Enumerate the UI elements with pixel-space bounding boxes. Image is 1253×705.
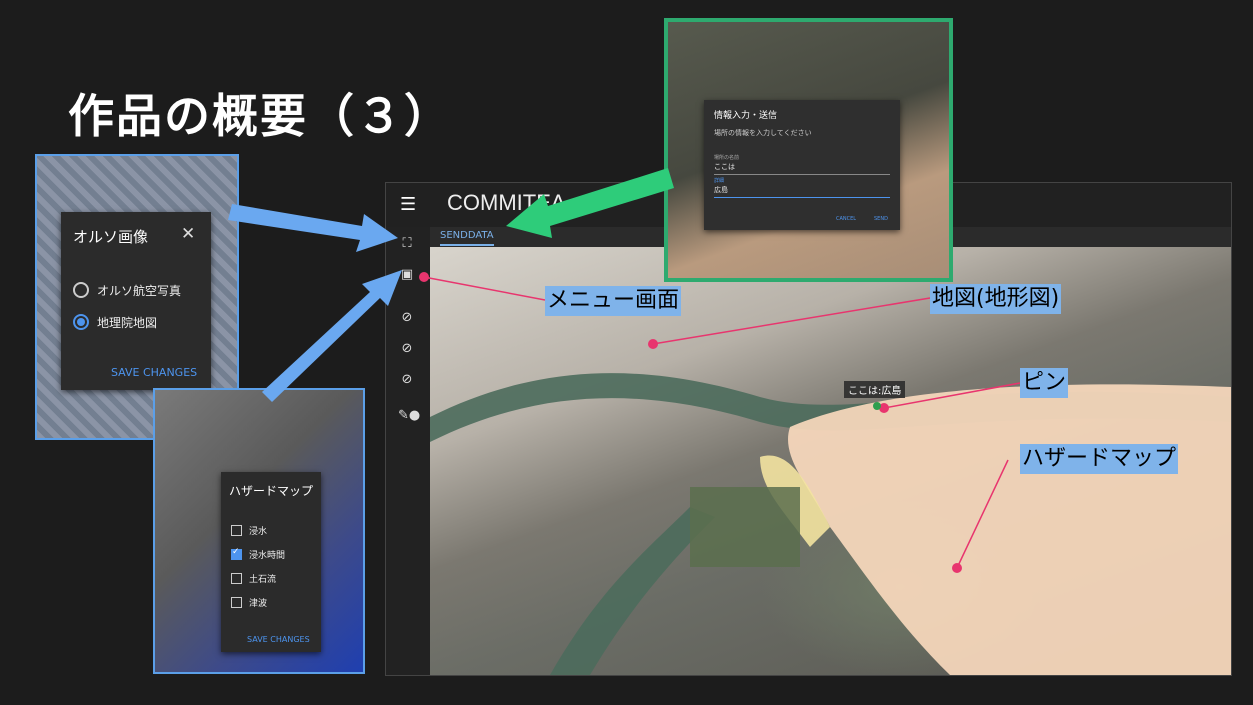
annotation-overlay	[228, 168, 1021, 573]
callout-pin: ピン	[1020, 368, 1069, 398]
arrow-ortho-to-menu	[228, 204, 398, 252]
arrow-hazard-to-menu	[262, 270, 402, 402]
menu-pointer-dot	[419, 272, 429, 282]
callout-map: 地図(地形図)	[930, 284, 1062, 314]
map-pointer-dot	[648, 339, 658, 349]
map-pin-marker[interactable]	[873, 402, 881, 410]
callout-hazard: ハザードマップ	[1020, 444, 1179, 474]
callout-menu: メニュー画面	[545, 286, 682, 316]
hazard-pointer-dot	[952, 563, 962, 573]
arrow-info-to-tab	[506, 168, 674, 238]
